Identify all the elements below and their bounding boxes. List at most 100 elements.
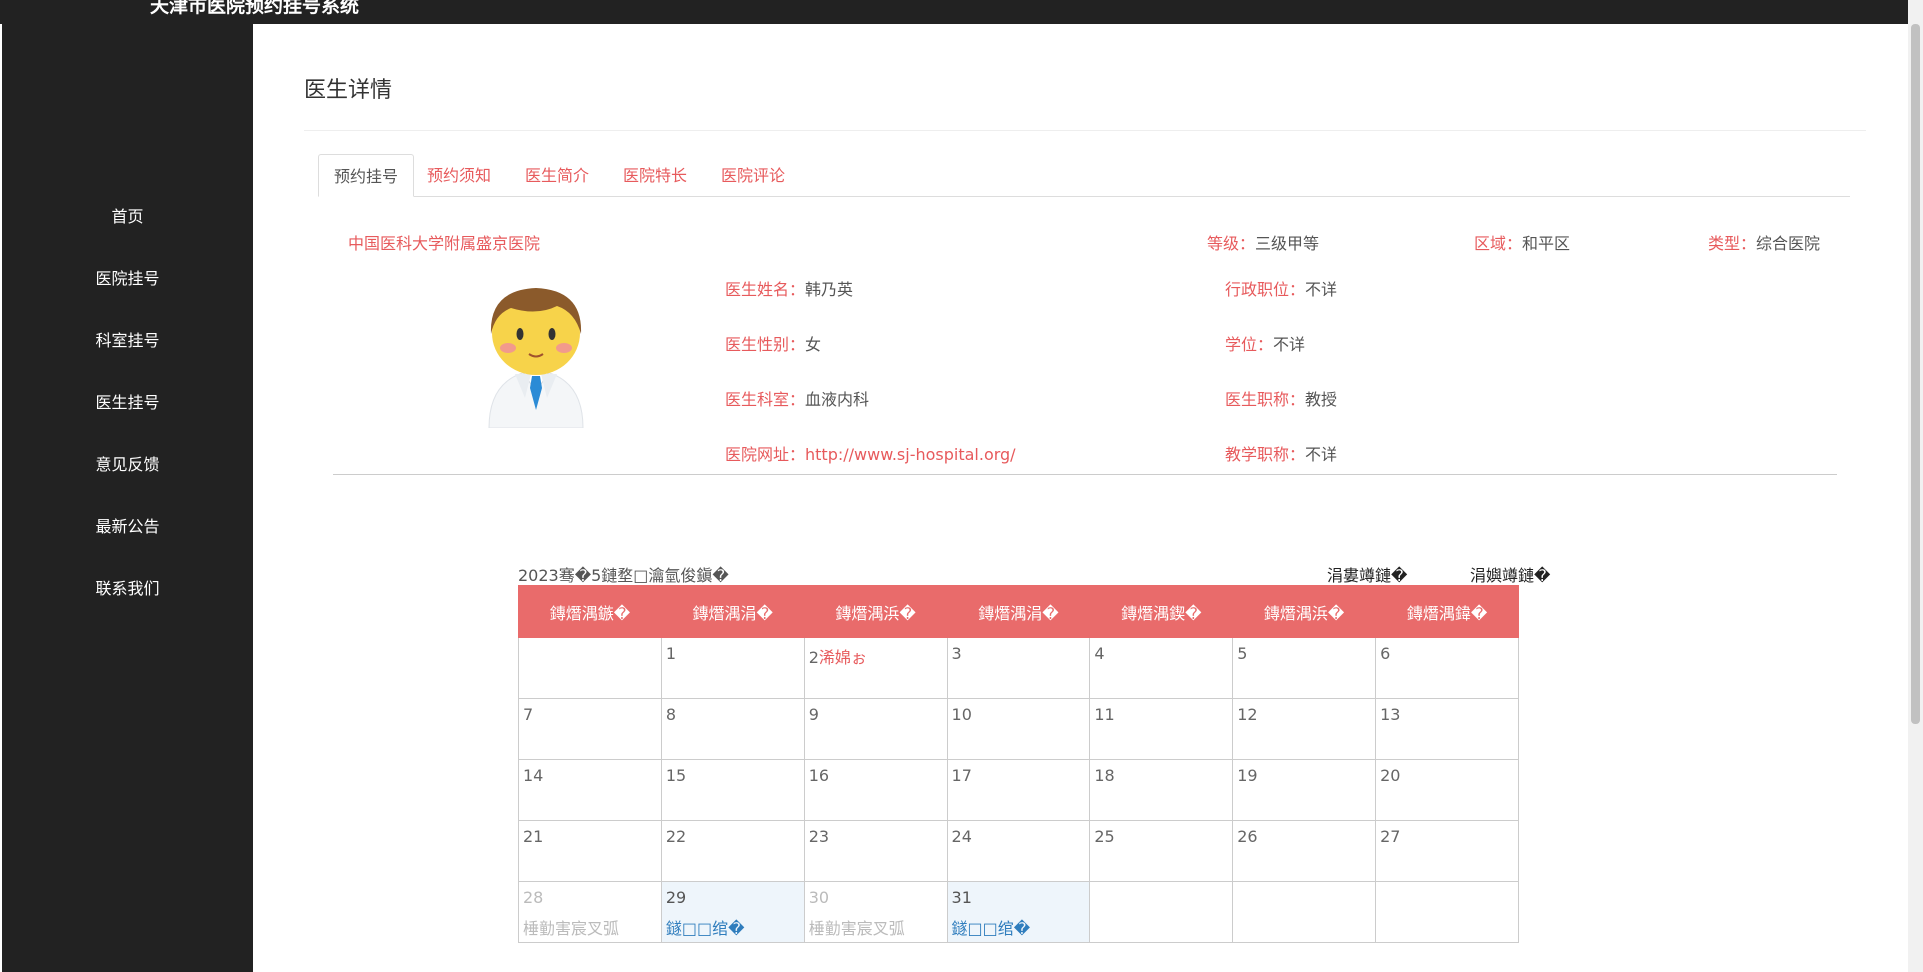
- calendar-day-cell: 5: [1232, 637, 1377, 699]
- doctor-degree: 学位：不详: [1225, 331, 1305, 355]
- calendar-day-number: 27: [1380, 827, 1401, 846]
- sidebar-item-hospital-registration[interactable]: 医院挂号: [2, 248, 253, 310]
- type-label: 类型：: [1708, 234, 1757, 253]
- calendar-week-row: 1 2浠婂ぉ 3 4 5 6: [518, 637, 1519, 699]
- calendar-week-row: 7 8 9 10 11 12 13: [518, 698, 1519, 760]
- calendar-day-number: 9: [808, 705, 819, 724]
- weekday-header: 鏄熸湡鍥�: [1089, 585, 1234, 638]
- doctor-avatar-icon: [471, 268, 601, 429]
- calendar-day-cell: 19: [1232, 759, 1377, 821]
- tab-hospital-reviews[interactable]: 医院评论: [706, 154, 800, 196]
- app-title: 天津市医院预约挂号系统: [150, 0, 360, 17]
- calendar-day-number: 8: [665, 705, 677, 724]
- calendar-day-number: 14: [523, 766, 544, 785]
- calendar-full-status: 棰勭害宸叉弧: [808, 919, 905, 938]
- weekday-header: 鏄熸湡涓�: [660, 585, 805, 638]
- calendar-next-month[interactable]: 涓嬩竴鏈�: [1470, 562, 1550, 586]
- calendar-book-link[interactable]: 鐩□□绾�: [952, 915, 1086, 939]
- calendar-day-number: 31: [951, 888, 972, 907]
- calendar-day-number: 11: [1094, 705, 1115, 724]
- doctor-professional-title: 医生职称：教授: [1225, 386, 1337, 410]
- calendar-day-number: 25: [1094, 827, 1115, 846]
- calendar-week-row: 21 22 23 24 25 26 27: [518, 820, 1519, 882]
- hospital-level: 等级：三级甲等: [1207, 230, 1319, 254]
- hospital-website-label: 医院网址：: [725, 445, 806, 464]
- calendar-body: 1 2浠婂ぉ 3 4 5 6 7 8 9 10 11 12 13 14 15 16 17 18 19 20 21 22 23…: [518, 637, 1519, 943]
- calendar-day-cell: 15: [660, 759, 805, 821]
- scrollbar-thumb[interactable]: [1911, 24, 1920, 724]
- teaching-title-label: 教学职称：: [1225, 445, 1306, 464]
- hospital-name-link[interactable]: 中国医科大学附属盛京医院: [348, 230, 540, 254]
- calendar-day-cell: [1375, 881, 1519, 943]
- sidebar-item-announcements[interactable]: 最新公告: [2, 496, 253, 558]
- calendar-day-number: 17: [951, 766, 972, 785]
- detail-tabs: 预约挂号 预约须知 医生简介 医院特长 医院评论: [318, 154, 1850, 197]
- today-marker: 浠婂ぉ: [818, 648, 867, 667]
- calendar-full-status: 棰勭害宸叉弧: [523, 919, 620, 938]
- doctor-department-label: 医生科室：: [725, 390, 806, 409]
- hospital-type: 类型：综合医院: [1708, 230, 1820, 254]
- calendar-day-number: 5: [1237, 644, 1248, 663]
- tab-appointment[interactable]: 预约挂号: [318, 154, 415, 197]
- tab-notice[interactable]: 预约须知: [412, 154, 506, 196]
- calendar-day-cell: 18: [1089, 759, 1234, 821]
- top-bar: 天津市医院预约挂号系统: [0, 0, 1910, 24]
- doctor-name-value: 韩乃英: [805, 280, 854, 299]
- weekday-header: 鏄熸湡鍏�: [1375, 585, 1519, 638]
- calendar-day-number: 4: [1094, 644, 1105, 663]
- admin-position-value: 不详: [1305, 280, 1338, 299]
- doctor-department: 医生科室：血液内科: [725, 386, 869, 410]
- calendar-day-number: 1: [665, 644, 677, 663]
- calendar-book-link[interactable]: 鐩□□绾�: [666, 915, 800, 939]
- sidebar-item-department-registration[interactable]: 科室挂号: [2, 310, 253, 372]
- level-label: 等级：: [1207, 234, 1256, 253]
- calendar-day-cell[interactable]: 31 鐩□□绾�: [946, 881, 1091, 943]
- calendar-heading: 2023骞�5鏈堥□瀹氫俊鎭�: [518, 566, 729, 585]
- calendar-day-number: 22: [665, 827, 687, 846]
- calendar-day-cell: 21: [518, 820, 662, 882]
- calendar-day-cell: 22: [660, 820, 805, 882]
- calendar-day-number: 15: [665, 766, 687, 785]
- weekday-header: 鏄熸湡鏃�: [518, 585, 662, 638]
- calendar-day-cell: 30 棰勭害宸叉弧: [803, 881, 948, 943]
- doctor-admin-position: 行政职位：不详: [1225, 276, 1337, 300]
- hospital-website: 医院网址：http://www.sj-hospital.org/: [725, 441, 1016, 465]
- type-value: 综合医院: [1756, 234, 1821, 253]
- sidebar-item-contact[interactable]: 联系我们: [2, 558, 253, 620]
- calendar-day-number: 6: [1380, 644, 1391, 663]
- calendar-day-cell: 10: [946, 698, 1091, 760]
- calendar-day-number: 30: [808, 888, 830, 907]
- calendar-day-cell: 13: [1375, 698, 1519, 760]
- calendar-day-number: 2浠婂ぉ: [809, 644, 943, 668]
- calendar-week-row: 14 15 16 17 18 19 20: [518, 759, 1519, 821]
- degree-value: 不详: [1273, 335, 1306, 354]
- weekday-header: 鏄熸湡浜�: [1232, 585, 1377, 638]
- calendar-day-cell: 8: [660, 698, 805, 760]
- title-divider: [304, 130, 1866, 131]
- calendar-weekday-row: 鏄熸湡鏃� 鏄熸湡涓� 鏄熸湡浜� 鏄熸湡涓� 鏄熸湡鍥� 鏄熸湡浜� 鏄熸湡鍏…: [518, 585, 1519, 638]
- doctor-name: 医生姓名：韩乃英: [725, 276, 853, 300]
- calendar-day-cell[interactable]: 29 鐩□□绾�: [660, 881, 805, 943]
- page-title: 医生详情: [304, 78, 393, 103]
- calendar-day-cell: 11: [1089, 698, 1234, 760]
- doctor-name-label: 医生姓名：: [725, 280, 806, 299]
- calendar-day-cell: 6: [1375, 637, 1519, 699]
- sidebar-item-home[interactable]: 首页: [2, 186, 253, 248]
- calendar-day-number: 23: [808, 827, 830, 846]
- sidebar-item-feedback[interactable]: 意见反馈: [2, 434, 253, 496]
- tab-doctor-intro[interactable]: 医生简介: [510, 154, 604, 196]
- tab-hospital-specialty[interactable]: 医院特长: [608, 154, 702, 196]
- hospital-website-link[interactable]: http://www.sj-hospital.org/: [805, 445, 1016, 464]
- calendar-day-number: 29: [665, 888, 687, 907]
- doctor-department-value: 血液内科: [805, 390, 870, 409]
- teaching-title-value: 不详: [1305, 445, 1338, 464]
- calendar-day-number: 26: [1237, 827, 1258, 846]
- sidebar-item-doctor-registration[interactable]: 医生挂号: [2, 372, 253, 434]
- sidebar: 首页 医院挂号 科室挂号 医生挂号 意见反馈 最新公告 联系我们: [2, 24, 253, 972]
- calendar-day-cell: [518, 637, 662, 699]
- calendar-prev-month[interactable]: 涓婁竴鏈�: [1327, 562, 1407, 586]
- calendar-day-number: 10: [951, 705, 972, 724]
- doctor-gender-value: 女: [805, 335, 822, 354]
- page-scrollbar[interactable]: [1908, 0, 1923, 972]
- calendar-day-cell: 4: [1089, 637, 1234, 699]
